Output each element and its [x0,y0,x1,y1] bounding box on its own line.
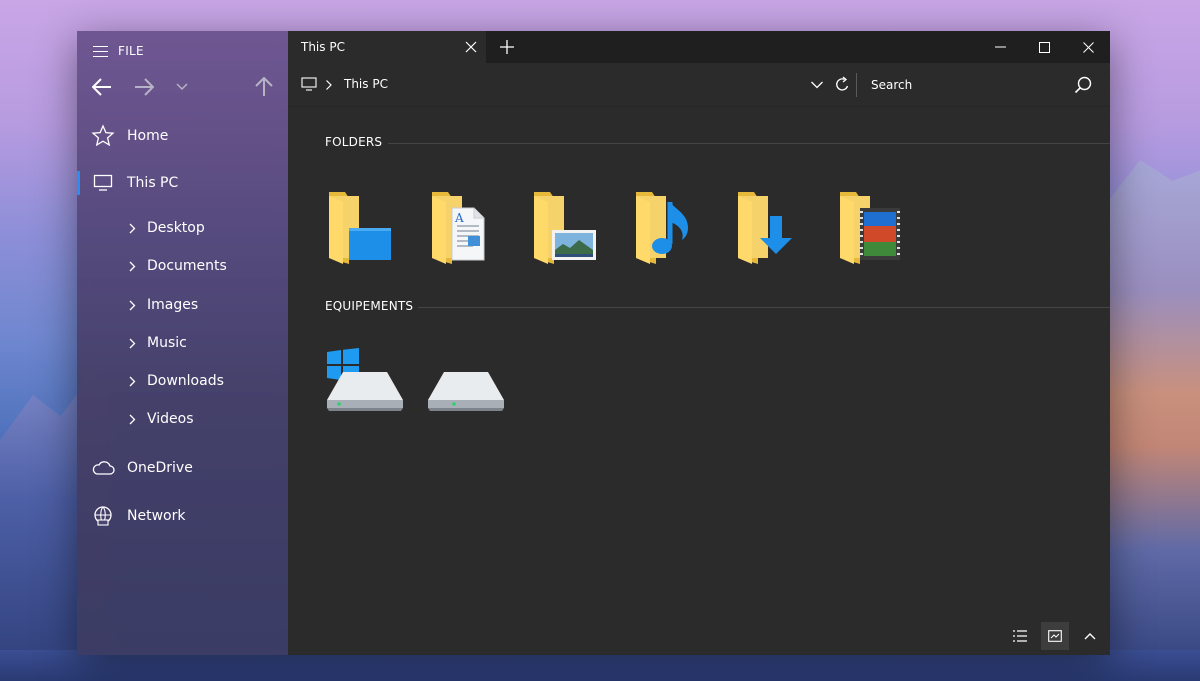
computer-icon [91,171,115,195]
maximize-button[interactable] [1022,31,1066,63]
tile-view-icon [1048,630,1062,642]
star-icon [91,124,115,148]
back-button[interactable] [89,73,115,101]
chevron-down-icon [176,83,188,91]
file-menu-button[interactable]: FILE [93,43,144,59]
arrow-left-icon [92,78,111,96]
close-icon [1082,41,1094,53]
sidebar-item-this-pc[interactable]: This PC [77,163,288,203]
breadcrumb-this-pc[interactable]: This PC [344,77,388,91]
refresh-icon[interactable] [834,76,850,94]
wallpaper-mountain-right [1108,160,1200,681]
chevron-right-icon [129,299,139,311]
arrow-up-icon [255,77,273,96]
sidebar-item-label: Music [147,335,187,351]
sidebar-item-label: Images [147,297,199,313]
windows-drive-icon [327,348,403,411]
status-bar [288,618,1110,655]
drive-tile-system[interactable] [325,348,405,414]
computer-icon [301,77,317,91]
section-divider [418,307,1110,308]
tile-view-button[interactable] [1041,622,1069,650]
maximize-icon [1038,41,1050,53]
chevron-right-icon [129,413,139,425]
sidebar-item-label: Home [127,128,169,144]
sidebar-item-label: OneDrive [127,460,193,476]
sidebar-item-label: Videos [147,411,194,427]
main-pane: This PC This PC FOLDERS [288,31,1110,655]
chevron-right-icon [129,337,139,349]
chevron-right-icon [129,222,139,234]
forward-button[interactable] [131,73,157,101]
sidebar-item-music[interactable]: Music [77,327,288,359]
list-view-icon [1013,630,1027,642]
collapse-button[interactable] [1076,622,1104,650]
section-title-folders: FOLDERS [325,135,383,149]
folder-tile-downloads[interactable] [734,188,806,266]
folder-tile-music[interactable] [632,188,704,266]
minimize-icon [994,46,1006,48]
tab-this-pc[interactable]: This PC [288,31,486,63]
sidebar: FILE Home This PC Desktop Documents Imag… [77,31,288,655]
cloud-icon [91,456,115,480]
sidebar-item-label: Desktop [147,220,205,236]
sidebar-item-home[interactable]: Home [77,116,288,156]
close-button[interactable] [1066,31,1110,63]
sidebar-item-downloads[interactable]: Downloads [77,365,288,397]
videos-folder-icon [840,192,900,264]
sidebar-item-images[interactable]: Images [77,289,288,321]
downloads-folder-icon [738,192,792,264]
folder-tile-images[interactable] [530,188,602,266]
music-folder-icon [636,192,688,264]
content-area: FOLDERS A EQUIPEMENTS [288,108,1110,618]
recent-locations-button[interactable] [169,73,195,101]
address-bar: This PC [288,63,1110,107]
sidebar-item-label: This PC [127,175,179,191]
search-icon[interactable] [1074,76,1092,94]
up-button[interactable] [251,73,277,101]
navigation-controls [89,73,279,101]
file-menu-label: FILE [118,44,144,58]
active-indicator [77,171,80,195]
arrow-right-icon [135,78,154,96]
sidebar-item-network[interactable]: Network [77,496,288,536]
file-explorer-window: FILE Home This PC Desktop Documents Imag… [77,31,1110,655]
desktop-folder-icon [329,192,391,264]
network-icon [91,504,115,528]
address-divider [856,73,857,97]
sidebar-item-desktop[interactable]: Desktop [77,212,288,244]
title-bar: This PC [288,31,1110,63]
pictures-folder-icon [534,192,596,264]
list-view-button[interactable] [1006,622,1034,650]
chevron-right-icon [129,260,139,272]
folder-tile-documents[interactable]: A [428,188,500,266]
svg-text:A: A [454,211,464,225]
sidebar-item-onedrive[interactable]: OneDrive [77,448,288,488]
documents-folder-icon: A [432,192,485,264]
chevron-down-icon[interactable] [810,80,824,90]
section-title-devices: EQUIPEMENTS [325,299,414,313]
tab-label: This PC [301,40,345,54]
section-divider [388,143,1110,144]
plus-icon[interactable] [498,38,516,56]
folder-tile-videos[interactable] [836,188,908,266]
close-icon[interactable] [464,40,478,54]
sidebar-item-label: Network [127,508,186,524]
sidebar-item-label: Documents [147,258,227,274]
chevron-right-icon [129,375,139,387]
folder-tile-desktop[interactable] [325,188,397,266]
search-input[interactable] [862,71,1100,99]
sidebar-item-label: Downloads [147,373,224,389]
hamburger-icon [93,45,108,57]
chevron-up-icon [1084,633,1096,640]
drive-icon [428,372,504,411]
sidebar-item-videos[interactable]: Videos [77,403,288,435]
chevron-right-icon [326,80,332,90]
minimize-button[interactable] [978,31,1022,63]
drive-tile-data[interactable] [426,348,506,414]
sidebar-item-documents[interactable]: Documents [77,250,288,282]
